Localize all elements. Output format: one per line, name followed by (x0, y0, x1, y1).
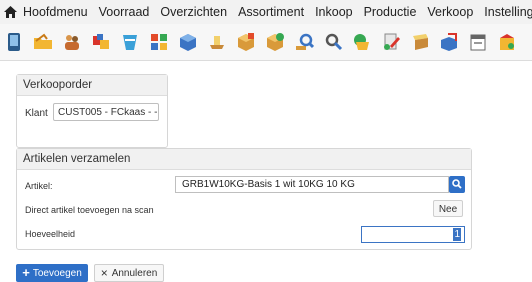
chart-icon[interactable] (497, 32, 517, 52)
edit-doc-icon[interactable] (381, 32, 401, 52)
home-icon[interactable] (4, 4, 17, 20)
clipboard-icon[interactable] (120, 32, 140, 52)
icon-toolbar (0, 24, 532, 61)
artikelen-panel: Artikelen verzamelen Artikel: GRB1W10KG-… (16, 148, 472, 250)
search-user-icon[interactable] (323, 32, 343, 52)
toevoegen-button[interactable]: + Toevoegen (16, 264, 88, 282)
menu-item-assortiment[interactable]: Assortiment (238, 5, 304, 19)
artikel-label: Artikel: (25, 181, 53, 191)
menu-item-instellingen[interactable]: Instellinge (484, 5, 532, 19)
menu-item-overzichten[interactable]: Overzichten (160, 5, 227, 19)
annuleren-label: Annuleren (111, 267, 158, 279)
artikel-input[interactable]: GRB1W10KG-Basis 1 wit 10KG 10 KG (175, 176, 449, 193)
cube-icon[interactable] (178, 32, 198, 52)
close-icon: × (100, 266, 108, 280)
truck-icon[interactable] (207, 32, 227, 52)
calendar-icon[interactable] (468, 32, 488, 52)
direct-toevoegen-toggle[interactable]: Nee (433, 200, 463, 217)
hoeveelheid-label: Hoeveelheid (25, 229, 76, 239)
direct-toevoegen-label: Direct artikel toevoegen na scan (25, 205, 154, 215)
box-icon[interactable] (149, 32, 169, 52)
search-icon (452, 176, 462, 194)
phone-icon[interactable] (4, 32, 24, 52)
menu-item-inkoop[interactable]: Inkoop (315, 5, 353, 19)
menu-item-hoofdmenu[interactable]: Hoofdmenu (23, 5, 88, 19)
klant-select[interactable]: CUST005 - FCkaas - - (53, 103, 159, 121)
team-icon[interactable] (62, 32, 82, 52)
verkooporder-panel: Verkooporder Klant CUST005 - FCkaas - - (16, 74, 168, 148)
menu-item-voorraad[interactable]: Voorraad (99, 5, 150, 19)
menu-item-verkoop[interactable]: Verkoop (427, 5, 473, 19)
package-icon[interactable] (236, 32, 256, 52)
hoeveelheid-value: 1 (453, 228, 461, 241)
menu-item-productie[interactable]: Productie (364, 5, 417, 19)
toevoegen-label: Toevoegen (32, 267, 82, 279)
main-menu-bar: Hoofdmenu Voorraad Overzichten Assortime… (0, 0, 532, 24)
artikel-search-button[interactable] (449, 176, 465, 193)
globe-doc-icon[interactable] (352, 32, 372, 52)
annuleren-button[interactable]: × Annuleren (94, 264, 164, 282)
hoeveelheid-input[interactable]: 1 (361, 226, 465, 243)
plus-icon: + (22, 265, 30, 280)
dice-icon[interactable] (91, 32, 111, 52)
package-add-icon[interactable] (265, 32, 285, 52)
search-icon[interactable] (294, 32, 314, 52)
verkooporder-title: Verkooporder (17, 75, 167, 96)
klant-label: Klant (25, 108, 48, 119)
book-icon[interactable] (410, 32, 430, 52)
box-transfer-icon[interactable] (439, 32, 459, 52)
folder-icon[interactable] (33, 32, 53, 52)
artikelen-title: Artikelen verzamelen (17, 149, 471, 170)
